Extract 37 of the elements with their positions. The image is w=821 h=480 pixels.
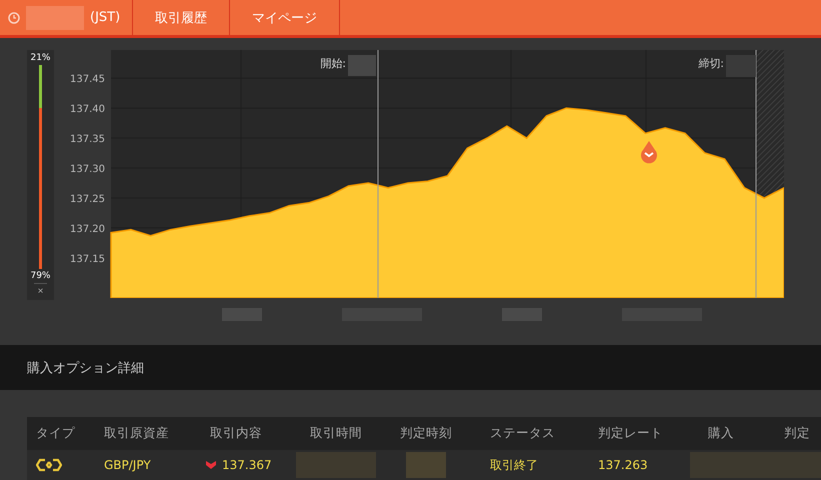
column-header: 判定レート (584, 417, 694, 450)
entry-marker (641, 141, 657, 164)
call-ratio: 21% (30, 53, 50, 63)
column-header: 購入 (694, 417, 770, 450)
end-label: 締切: (698, 57, 724, 70)
column-header: 取引原資産 (90, 417, 196, 450)
column-header: 取引時間 (296, 417, 386, 450)
asset-cell: GBP/JPY (104, 458, 151, 472)
axis-label: 137.20 (70, 224, 105, 235)
column-header: 判定 (770, 417, 821, 450)
start-label: 開始: (320, 57, 346, 70)
axis-label: 137.15 (70, 254, 105, 265)
put-ratio: 79% (30, 271, 50, 281)
redacted-block (726, 55, 756, 77)
nav-tab[interactable]: マイページ (230, 0, 340, 35)
axis-label: 137.35 (70, 134, 105, 146)
entry-rate: 137.367 (222, 458, 272, 472)
clock-icon (8, 12, 20, 24)
redacted-block (26, 6, 84, 30)
column-header: タイプ (27, 417, 90, 450)
axis-label: 137.30 (70, 164, 105, 175)
down-arrow-icon (206, 461, 216, 469)
axis-label: 137.25 (70, 194, 105, 205)
axis-label: 137.40 (70, 104, 105, 116)
close-button[interactable]: × (34, 283, 48, 297)
result-rate: 137.263 (598, 458, 648, 472)
redacted-block (406, 452, 446, 478)
redacted-block (348, 55, 376, 76)
section-title: 購入オプション詳細 (27, 360, 144, 376)
column-header: 判定時刻 (386, 417, 476, 450)
link-icon (36, 458, 62, 472)
axis-label: 137.45 (70, 74, 105, 86)
status-cell: 取引終了 (490, 456, 538, 474)
nav-tab[interactable]: 取引履歴 (133, 0, 230, 35)
timezone-label: (JST) (90, 10, 120, 25)
column-header: 取引内容 (196, 417, 296, 450)
column-header: ステータス (476, 417, 584, 450)
